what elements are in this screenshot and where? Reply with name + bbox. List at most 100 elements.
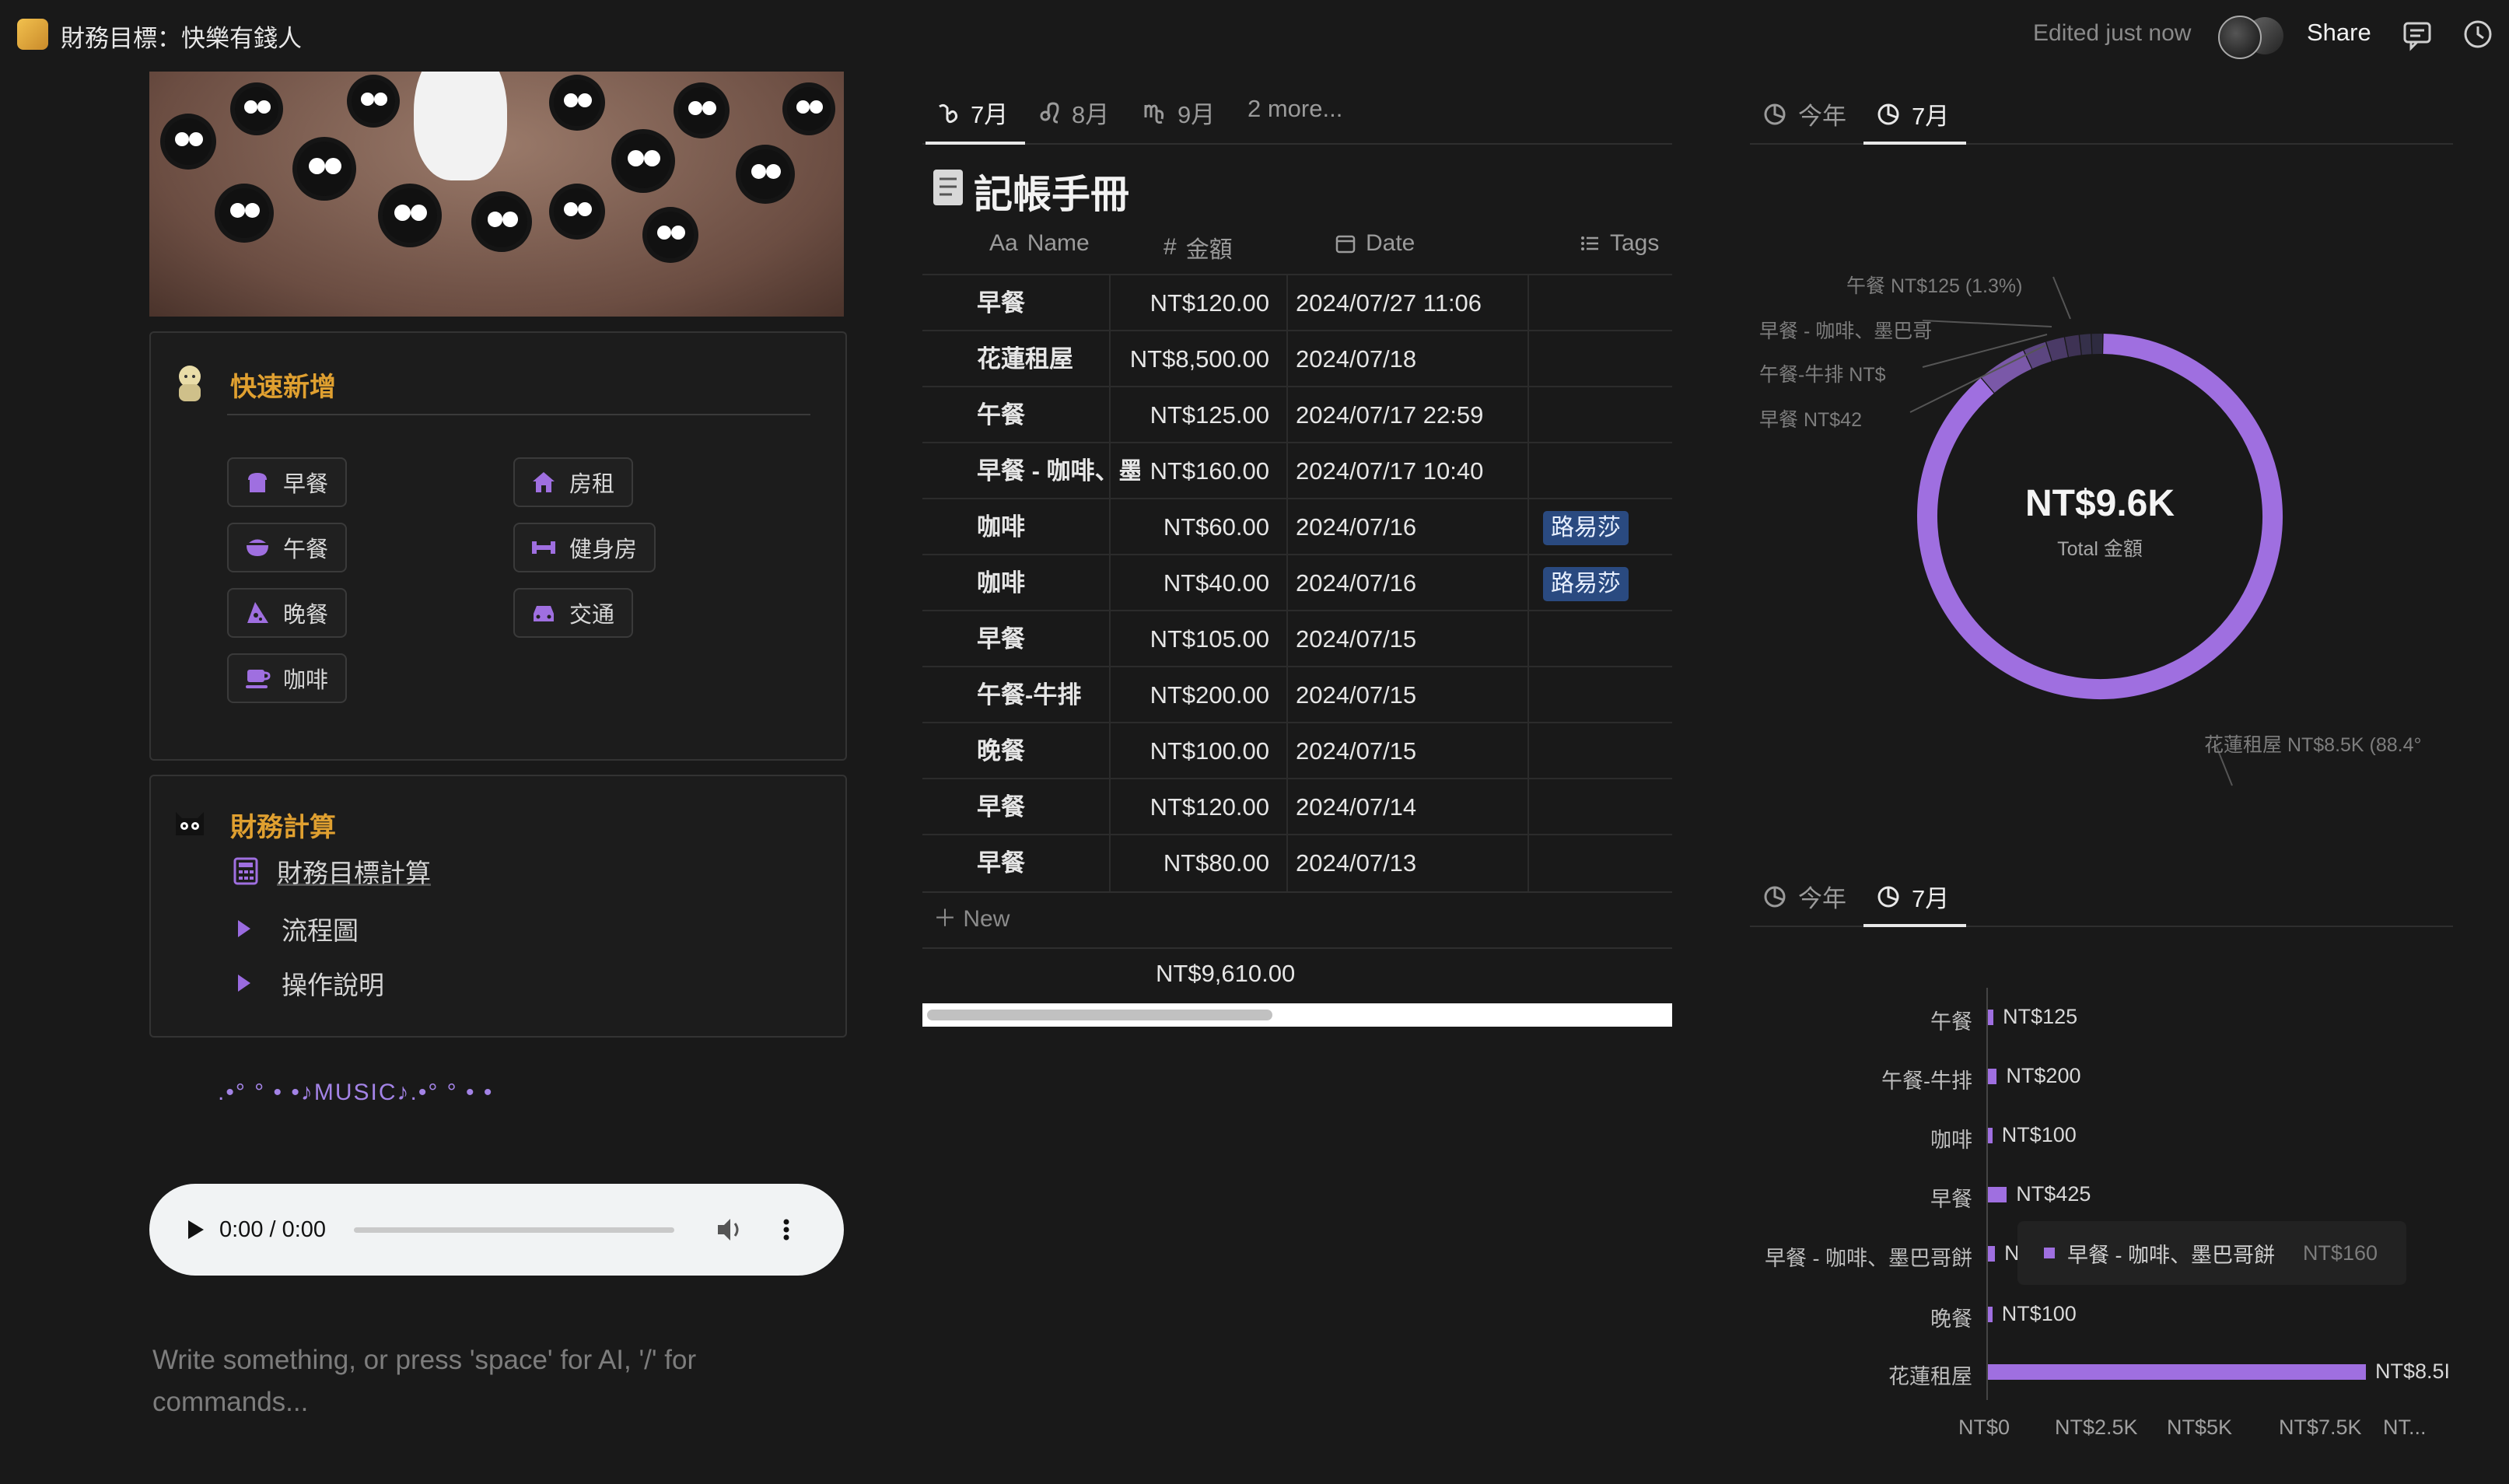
share-button[interactable]: Share — [2307, 19, 2371, 47]
column-header-amount[interactable]: # 金額 — [1164, 230, 1233, 264]
flowchart-toggle[interactable]: 流程圖 — [233, 910, 359, 947]
row-date[interactable]: 2024/07/18 — [1286, 331, 1527, 387]
more-options-icon[interactable] — [779, 1214, 794, 1245]
quick-add-dinner-button[interactable]: 晚餐 — [227, 588, 348, 638]
tab-september[interactable]: 9月 — [1143, 95, 1215, 130]
table-row[interactable]: 早餐 NT$80.00 2024/07/13 — [922, 834, 1672, 891]
quick-add-coffee-button[interactable]: 咖啡 — [227, 653, 348, 703]
leo-icon — [1040, 101, 1059, 123]
row-tags[interactable] — [1527, 611, 1672, 667]
finance-goal-calc-link[interactable]: 財務目標計算 — [233, 852, 431, 890]
row-date[interactable]: 2024/07/16 — [1286, 499, 1527, 555]
bar-tab-july[interactable]: 7月 — [1876, 879, 1949, 914]
row-tags[interactable] — [1527, 443, 1672, 499]
bar[interactable] — [1988, 1069, 1997, 1084]
donut-slice[interactable] — [2065, 334, 2081, 357]
editor-placeholder[interactable]: Write something, or press 'space' for AI… — [152, 1339, 790, 1423]
row-date[interactable]: 2024/07/17 22:59 — [1286, 387, 1527, 443]
table-row[interactable]: 午餐 NT$125.00 2024/07/17 22:59 — [922, 386, 1672, 443]
page-title[interactable]: 財務目標：快樂有錢人 — [61, 19, 302, 54]
row-date[interactable]: 2024/07/15 — [1286, 723, 1527, 779]
bar[interactable] — [1988, 1246, 1996, 1262]
column-header-name[interactable]: Aa Name — [989, 230, 1090, 257]
audio-progress-bar[interactable] — [354, 1227, 675, 1233]
row-tags[interactable] — [1527, 331, 1672, 387]
donut-slice[interactable] — [2080, 334, 2092, 355]
column-label: Name — [1027, 230, 1090, 256]
row-date[interactable]: 2024/07/17 10:40 — [1286, 443, 1527, 499]
bar[interactable] — [1988, 1010, 1994, 1025]
tag-pill[interactable]: 路易莎 — [1543, 511, 1629, 545]
comment-icon[interactable] — [2400, 17, 2434, 51]
column-header-tags[interactable]: Tags — [1579, 230, 1659, 257]
row-amount[interactable]: NT$105.00 — [1109, 611, 1279, 667]
scrollbar-thumb[interactable] — [927, 1010, 1272, 1020]
bar[interactable] — [1988, 1187, 2007, 1202]
history-icon[interactable] — [2461, 17, 2495, 51]
bar[interactable] — [1988, 1364, 2366, 1380]
bar[interactable] — [1988, 1307, 1993, 1322]
table-row[interactable]: 早餐 NT$120.00 2024/07/27 11:06 — [922, 274, 1672, 331]
table-row[interactable]: 早餐 NT$105.00 2024/07/15 — [922, 610, 1672, 667]
row-tags[interactable] — [1527, 275, 1672, 331]
table-row[interactable]: 早餐 - 咖啡、墨巴哥餅NT$160.002024/07/17 10:40 — [922, 442, 1672, 499]
tooltip-value: NT$160 — [2303, 1241, 2378, 1265]
row-tags[interactable] — [1527, 779, 1672, 835]
table-row[interactable]: 咖啡 NT$60.00 2024/07/16 路易莎 — [922, 498, 1672, 555]
donut-slice[interactable] — [2046, 337, 2068, 362]
row-date[interactable]: 2024/07/15 — [1286, 667, 1527, 723]
pie-chart-icon — [1877, 103, 1899, 124]
table-row[interactable]: 咖啡 NT$40.00 2024/07/16 路易莎 — [922, 554, 1672, 611]
horizontal-scrollbar[interactable] — [922, 1003, 1672, 1027]
row-amount[interactable]: NT$125.00 — [1109, 387, 1279, 443]
tab-august[interactable]: 8月 — [1038, 95, 1109, 130]
row-tags[interactable] — [1527, 723, 1672, 779]
row-date[interactable]: 2024/07/27 11:06 — [1286, 275, 1527, 331]
chart-tab-this-year[interactable]: 今年 — [1762, 96, 1846, 131]
row-amount[interactable]: NT$160.00 — [1109, 443, 1279, 499]
toggle-triangle-icon[interactable] — [238, 920, 250, 937]
row-tags[interactable]: 路易莎 — [1527, 499, 1672, 555]
play-icon[interactable] — [179, 1214, 210, 1245]
row-date[interactable]: 2024/07/13 — [1286, 835, 1527, 891]
quick-add-gym-button[interactable]: 健身房 — [513, 523, 656, 572]
page-emoji-icon[interactable] — [17, 19, 48, 50]
table-row[interactable]: 早餐 NT$120.00 2024/07/14 — [922, 778, 1672, 835]
row-amount[interactable]: NT$120.00 — [1109, 779, 1279, 835]
row-amount[interactable]: NT$60.00 — [1109, 499, 1279, 555]
row-tags[interactable] — [1527, 835, 1672, 891]
tab-july[interactable]: 7月 — [936, 95, 1008, 130]
volume-icon[interactable] — [713, 1214, 747, 1245]
row-tags[interactable] — [1527, 667, 1672, 723]
database-title[interactable]: 記帳手冊 — [974, 163, 1129, 219]
bar[interactable] — [1988, 1128, 1993, 1143]
quick-add-lunch-button[interactable]: 午餐 — [227, 523, 348, 572]
tag-pill[interactable]: 路易莎 — [1543, 567, 1629, 601]
instructions-toggle[interactable]: 操作說明 — [233, 964, 384, 1002]
toggle-triangle-icon[interactable] — [238, 975, 250, 992]
chart-tab-july[interactable]: 7月 — [1876, 96, 1949, 131]
row-tags[interactable] — [1527, 387, 1672, 443]
row-amount[interactable]: NT$200.00 — [1109, 667, 1279, 723]
tab-more[interactable]: 2 more... — [1248, 95, 1342, 123]
row-date[interactable]: 2024/07/16 — [1286, 555, 1527, 611]
row-amount[interactable]: NT$120.00 — [1109, 275, 1279, 331]
table-row[interactable]: 午餐-牛排 NT$200.00 2024/07/15 — [922, 666, 1672, 723]
row-amount[interactable]: NT$100.00 — [1109, 723, 1279, 779]
soot-sprite — [554, 79, 600, 126]
new-row-button[interactable]: ＋ New — [933, 899, 1010, 933]
row-amount[interactable]: NT$40.00 — [1109, 555, 1279, 611]
row-amount[interactable]: NT$8,500.00 — [1109, 331, 1279, 387]
table-row[interactable]: 花蓮租屋 NT$8,500.00 2024/07/18 — [922, 330, 1672, 387]
row-tags[interactable]: 路易莎 — [1527, 555, 1672, 611]
bar-tab-this-year[interactable]: 今年 — [1762, 879, 1846, 914]
table-row[interactable]: 晚餐 NT$100.00 2024/07/15 — [922, 722, 1672, 779]
row-amount[interactable]: NT$80.00 — [1109, 835, 1279, 891]
row-date[interactable]: 2024/07/14 — [1286, 779, 1527, 835]
row-date[interactable]: 2024/07/15 — [1286, 611, 1527, 667]
quick-add-rent-button[interactable]: 房租 — [513, 457, 634, 507]
avatar[interactable] — [2218, 16, 2262, 59]
quick-add-breakfast-button[interactable]: 早餐 — [227, 457, 348, 507]
quick-add-transport-button[interactable]: 交通 — [513, 588, 634, 638]
column-header-date[interactable]: Date — [1335, 230, 1415, 257]
